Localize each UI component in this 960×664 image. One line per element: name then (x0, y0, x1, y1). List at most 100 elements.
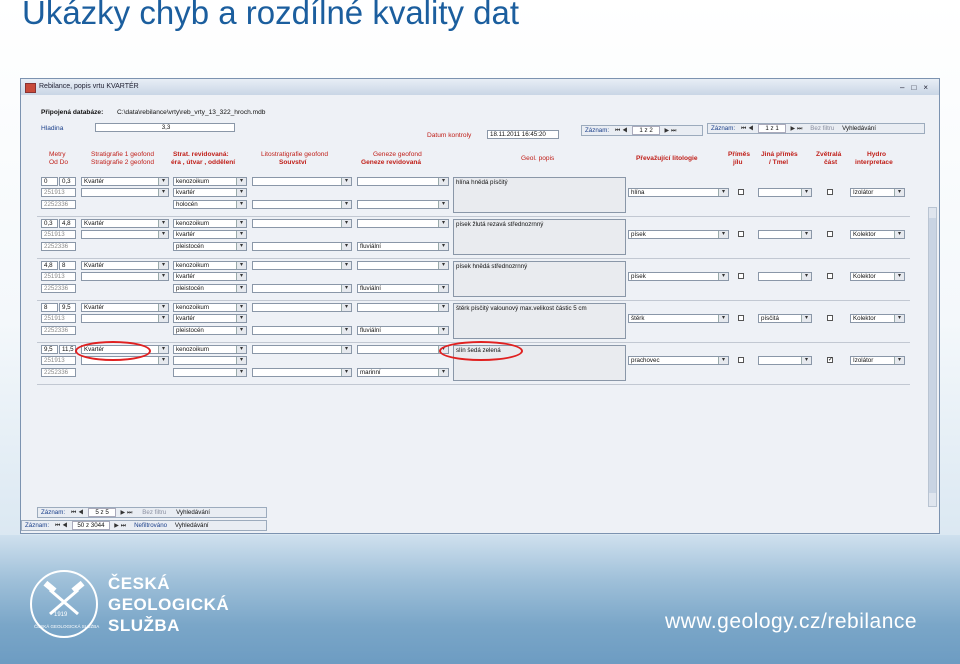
hladina-input[interactable]: 3,3 (95, 123, 235, 132)
strat2-select[interactable] (81, 188, 169, 197)
geneze-rev-select[interactable]: fluviální (357, 242, 449, 251)
era-select[interactable]: kenozoikum (173, 219, 247, 228)
litologie-select[interactable]: hlína (628, 188, 729, 197)
geol-popis-memo[interactable]: písek žlutá rezavá střednozrnný (453, 219, 626, 255)
geneze-select[interactable] (357, 303, 449, 312)
table-row[interactable]: 0,3 4,8 251913 2252336 Kvartér kenozoiku… (37, 217, 910, 259)
do-input[interactable]: 9,5 (59, 303, 76, 312)
code2-input[interactable]: 2252336 (41, 368, 76, 377)
geneze-select[interactable] (357, 219, 449, 228)
geneze-select[interactable] (357, 261, 449, 270)
souvstvi-select[interactable] (252, 368, 352, 377)
od-input[interactable]: 9,5 (41, 345, 58, 354)
search-field[interactable]: Vyhledávání (842, 125, 876, 132)
geneze-rev-select[interactable] (357, 200, 449, 209)
do-input[interactable]: 8 (59, 261, 76, 270)
table-row[interactable]: 4,8 8 251913 2252336 Kvartér kenozoikum … (37, 259, 910, 301)
search-field[interactable]: Vyhledávání (175, 522, 209, 529)
souvstvi-select[interactable] (252, 284, 352, 293)
scrollbar-thumb[interactable] (929, 218, 936, 493)
souvstvi-select[interactable] (252, 200, 352, 209)
era-select[interactable]: kenozoikum (173, 261, 247, 270)
utvar-select[interactable]: kvartér (173, 188, 247, 197)
souvstvi-select[interactable] (252, 242, 352, 251)
window-controls[interactable]: ‒□× (900, 80, 935, 96)
utvar-select[interactable]: kvartér (173, 272, 247, 281)
top-record-nav-1[interactable]: Záznam: ⏮ ◀ 1 z 2 ▶ ⏭ (581, 125, 703, 136)
geol-popis-memo[interactable]: štěrk písčitý valounový max.velikost čás… (453, 303, 626, 339)
jina-select[interactable]: písčitá (758, 314, 812, 323)
record-counter[interactable]: 1 z 2 (632, 126, 660, 135)
vertical-scrollbar[interactable] (928, 207, 937, 507)
bottom-record-nav-1[interactable]: Záznam: ⏮ ◀ 5 z 5 ▶ ⏭ Bez filtru Vyhledá… (37, 507, 267, 518)
oddeleni-select[interactable]: pleistocén (173, 242, 247, 251)
litologie-select[interactable]: prachovec (628, 356, 729, 365)
geneze-rev-select[interactable]: fluviální (357, 284, 449, 293)
jina-select[interactable] (758, 272, 812, 281)
utvar-select[interactable] (173, 356, 247, 365)
zvetrala-checkbox[interactable] (827, 273, 833, 279)
utvar-select[interactable]: kvartér (173, 230, 247, 239)
hydro-select[interactable]: Izolátor (850, 188, 905, 197)
geneze-select[interactable] (357, 177, 449, 186)
litologie-select[interactable]: písek (628, 272, 729, 281)
table-row[interactable]: 0 0,3 251913 2252336 Kvartér kenozoikum … (37, 175, 910, 217)
code1-input[interactable]: 251913 (41, 314, 76, 323)
geol-popis-memo[interactable]: hlína hnědá písčitý (453, 177, 626, 213)
zvetrala-checkbox[interactable]: ✓ (827, 357, 833, 363)
code1-input[interactable]: 251913 (41, 272, 76, 281)
strat2-select[interactable] (81, 272, 169, 281)
oddeleni-select[interactable]: pleistocén (173, 284, 247, 293)
primes-checkbox[interactable] (738, 357, 744, 363)
filter-button[interactable]: Bez filtru (810, 125, 834, 132)
od-input[interactable]: 0,3 (41, 219, 58, 228)
datum-input[interactable]: 18.11.2011 16:45:20 (487, 130, 559, 139)
zvetrala-checkbox[interactable] (827, 189, 833, 195)
oddeleni-select[interactable]: pleistocén (173, 326, 247, 335)
filter-button[interactable]: Nefiltrováno (134, 522, 167, 529)
record-counter[interactable]: 1 z 1 (758, 124, 786, 133)
era-select[interactable]: kenozoikum (173, 345, 247, 354)
primes-checkbox[interactable] (738, 273, 744, 279)
era-select[interactable]: kenozoikum (173, 177, 247, 186)
jina-select[interactable] (758, 356, 812, 365)
code1-input[interactable]: 251913 (41, 188, 76, 197)
lito-select[interactable] (252, 219, 352, 228)
era-select[interactable]: kenozoikum (173, 303, 247, 312)
od-input[interactable]: 8 (41, 303, 58, 312)
record-counter[interactable]: 50 z 3044 (72, 521, 110, 530)
souvstvi-select[interactable] (252, 326, 352, 335)
hydro-select[interactable]: Kolektor (850, 314, 905, 323)
do-input[interactable]: 11,5 (59, 345, 76, 354)
lito-select[interactable] (252, 345, 352, 354)
lito-select[interactable] (252, 177, 352, 186)
geneze-rev-select[interactable]: fluviální (357, 326, 449, 335)
code1-input[interactable]: 251913 (41, 230, 76, 239)
zvetrala-checkbox[interactable] (827, 231, 833, 237)
jina-select[interactable] (758, 188, 812, 197)
top-record-nav-2[interactable]: Záznam: ⏮ ◀ 1 z 1 ▶ ⏭ Bez filtru Vyhledá… (707, 123, 925, 134)
strat1-select[interactable]: Kvartér (81, 303, 169, 312)
hydro-select[interactable]: Kolektor (850, 230, 905, 239)
table-row[interactable]: 8 9,5 251913 2252336 Kvartér kenozoikum … (37, 301, 910, 343)
strat2-select[interactable] (81, 314, 169, 323)
hydro-select[interactable]: Kolektor (850, 272, 905, 281)
strat2-select[interactable] (81, 230, 169, 239)
code1-input[interactable]: 251913 (41, 356, 76, 365)
oddeleni-select[interactable] (173, 368, 247, 377)
bottom-record-nav-2[interactable]: Záznam: ⏮ ◀ 50 z 3044 ▶ ⏭ Nefiltrováno V… (21, 520, 267, 531)
jina-select[interactable] (758, 230, 812, 239)
litologie-select[interactable]: štěrk (628, 314, 729, 323)
lito-select[interactable] (252, 303, 352, 312)
primes-checkbox[interactable] (738, 189, 744, 195)
strat1-select[interactable]: Kvartér (81, 177, 169, 186)
primes-checkbox[interactable] (738, 231, 744, 237)
lito-select[interactable] (252, 261, 352, 270)
strat1-select[interactable]: Kvartér (81, 261, 169, 270)
search-field[interactable]: Vyhledávání (176, 509, 210, 516)
zvetrala-checkbox[interactable] (827, 315, 833, 321)
do-input[interactable]: 4,8 (59, 219, 76, 228)
record-counter[interactable]: 5 z 5 (88, 508, 116, 517)
code2-input[interactable]: 2252336 (41, 200, 76, 209)
geneze-rev-select[interactable]: marinní (357, 368, 449, 377)
